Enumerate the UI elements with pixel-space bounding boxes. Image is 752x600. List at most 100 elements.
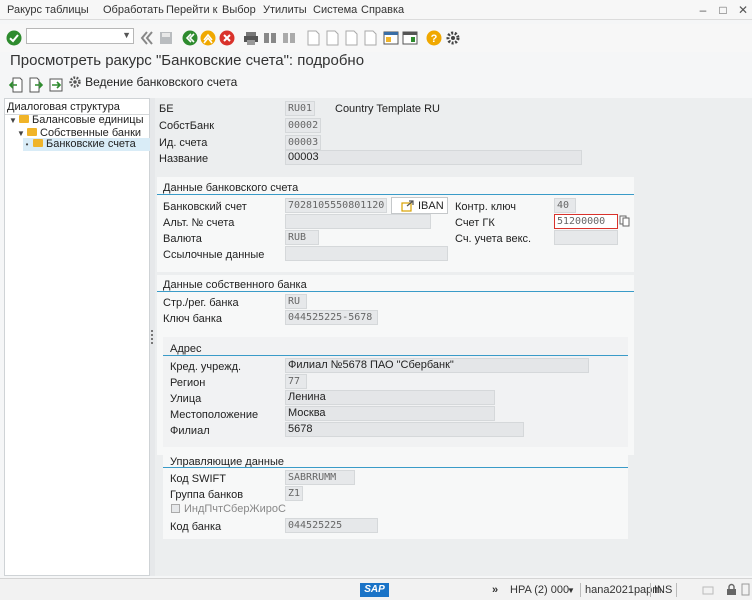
previous-page-icon[interactable] (324, 30, 340, 46)
back-icon[interactable] (182, 30, 198, 46)
bank-country-label: Стр./рег. банка (163, 297, 239, 309)
bank-code-field[interactable]: 044525225 (285, 518, 378, 533)
street-field[interactable]: Ленина (285, 390, 495, 405)
address-group-title: Адрес (170, 343, 202, 355)
menu-goto[interactable]: Перейти к (166, 4, 217, 16)
first-page-icon[interactable] (305, 30, 321, 46)
minimize-icon[interactable]: – (696, 3, 710, 17)
sap-logo: SAP (360, 583, 389, 597)
maintain-bank-account-label: Ведение банковского счета (85, 75, 238, 89)
command-field[interactable]: ▼ (26, 28, 134, 44)
institution-field[interactable]: Филиал №5678 ПАО "Сбербанк" (285, 358, 589, 373)
account-id-label: Ид. счета (159, 137, 208, 149)
iban-button[interactable]: IBAN (391, 197, 448, 214)
maintain-gear-icon (69, 76, 81, 88)
postal-giro-checkbox[interactable] (171, 504, 180, 513)
branch-field[interactable]: 5678 (285, 422, 524, 437)
tree-item-company-codes[interactable]: ▼ Балансовые единицы (9, 114, 143, 127)
folder-icon (19, 115, 29, 124)
menu-view-table[interactable]: Ракурс таблицы (7, 4, 89, 16)
status-bar: SAP » HPA (2) 000 ▼ hana2021papm INS (0, 578, 752, 600)
select-entry-icon[interactable] (48, 77, 64, 93)
currency-field[interactable]: RUB (285, 230, 319, 245)
bank-account-field[interactable]: 7028105550801120. (285, 198, 387, 213)
reference-data-field[interactable] (285, 246, 448, 261)
city-field[interactable]: Москва (285, 406, 495, 421)
chevron-down-icon[interactable]: ▼ (122, 30, 131, 40)
be-description: Country Template RU (335, 103, 440, 115)
be-field[interactable]: RU01 (285, 101, 315, 116)
splitter-grip-icon[interactable] (151, 330, 153, 344)
open-folder-icon (33, 139, 43, 148)
maintain-bank-account-button[interactable]: Ведение банковского счета (68, 75, 237, 89)
previous-entry-icon[interactable] (8, 77, 24, 93)
swift-label: Код SWIFT (170, 473, 226, 485)
external-link-icon (401, 200, 414, 212)
alt-account-field[interactable] (285, 214, 431, 229)
maximize-icon[interactable]: □ (716, 3, 730, 17)
save-icon[interactable] (158, 30, 174, 46)
layout-menu-icon[interactable] (741, 583, 750, 596)
expanded-caret-icon[interactable]: ▼ (17, 129, 25, 138)
reference-data-label: Ссылочные данные (163, 249, 265, 261)
status-separator (650, 583, 651, 597)
menu-utilities[interactable]: Утилиты (263, 4, 307, 16)
bank-account-group-title: Данные банковского счета (163, 182, 299, 194)
layout-icon[interactable] (383, 30, 399, 46)
customize-layout-icon[interactable] (402, 30, 418, 46)
chevron-down-icon[interactable]: ▼ (567, 586, 575, 595)
group-divider (157, 194, 634, 195)
dialog-structure-panel: Диалоговая структура ▼ Балансовые единицы… (4, 98, 151, 576)
menu-bar: Ракурс таблицы Обработать Перейти к Выбо… (0, 0, 752, 20)
account-id-field[interactable]: 00003 (285, 135, 321, 150)
next-page-icon[interactable] (343, 30, 359, 46)
group-divider (163, 467, 628, 468)
lock-icon[interactable] (726, 583, 737, 596)
bank-code-label: Код банка (170, 521, 222, 533)
menu-selection[interactable]: Выбор (222, 4, 256, 16)
street-label: Улица (170, 393, 202, 405)
bill-account-field[interactable] (554, 230, 618, 245)
bank-country-field[interactable]: RU (285, 294, 307, 309)
collapse-icon[interactable] (139, 30, 155, 46)
exit-icon[interactable] (200, 30, 216, 46)
gl-account-field[interactable]: 51200000 (554, 214, 618, 229)
region-field[interactable]: 77 (285, 374, 307, 389)
bank-key-field[interactable]: 044525225-5678 (285, 310, 378, 325)
enter-check-icon[interactable] (6, 30, 22, 46)
close-window-icon[interactable]: ✕ (736, 3, 750, 17)
help-icon[interactable]: ? (426, 30, 442, 46)
next-entry-icon[interactable] (28, 77, 44, 93)
svg-text:?: ? (431, 33, 438, 45)
print-icon[interactable] (243, 30, 259, 46)
menu-help[interactable]: Справка (361, 4, 404, 16)
alt-account-label: Альт. № счета (163, 217, 235, 229)
bill-account-label: Сч. учета векс. (455, 233, 532, 245)
house-bank-field[interactable]: 00002 (285, 118, 321, 133)
name-field[interactable]: 00003 (285, 150, 582, 165)
double-chevron-icon[interactable]: » (492, 584, 498, 596)
control-key-field[interactable]: 40 (554, 198, 576, 213)
group-divider (163, 355, 628, 356)
tree-item-bank-accounts[interactable]: • Банковские счета (23, 138, 151, 151)
menu-edit[interactable]: Обработать (103, 4, 164, 16)
bank-key-label: Ключ банка (163, 313, 223, 325)
copy-icon[interactable] (619, 215, 630, 227)
find-next-icon[interactable] (281, 30, 297, 46)
application-toolbar: Ведение банковского счета (0, 72, 752, 96)
cancel-icon[interactable] (219, 30, 235, 46)
last-page-icon[interactable] (362, 30, 378, 46)
bank-group-field[interactable]: Z1 (285, 486, 303, 501)
own-bank-group-title: Данные собственного банка (163, 279, 307, 291)
swift-field[interactable]: SABRRUMM (285, 470, 355, 485)
settings-gear-icon[interactable] (445, 30, 461, 46)
city-label: Местоположение (170, 409, 259, 421)
menu-system[interactable]: Система (313, 4, 357, 16)
institution-label: Кред. учрежд. (170, 361, 242, 373)
house-bank-label: СобстБанк (159, 120, 214, 132)
find-icon[interactable] (262, 30, 278, 46)
connection-icon (702, 586, 714, 595)
postal-giro-label: ИндПчтСберЖироС (184, 503, 286, 515)
expanded-caret-icon[interactable]: ▼ (9, 116, 17, 125)
gl-account-label: Счет ГК (455, 217, 495, 229)
